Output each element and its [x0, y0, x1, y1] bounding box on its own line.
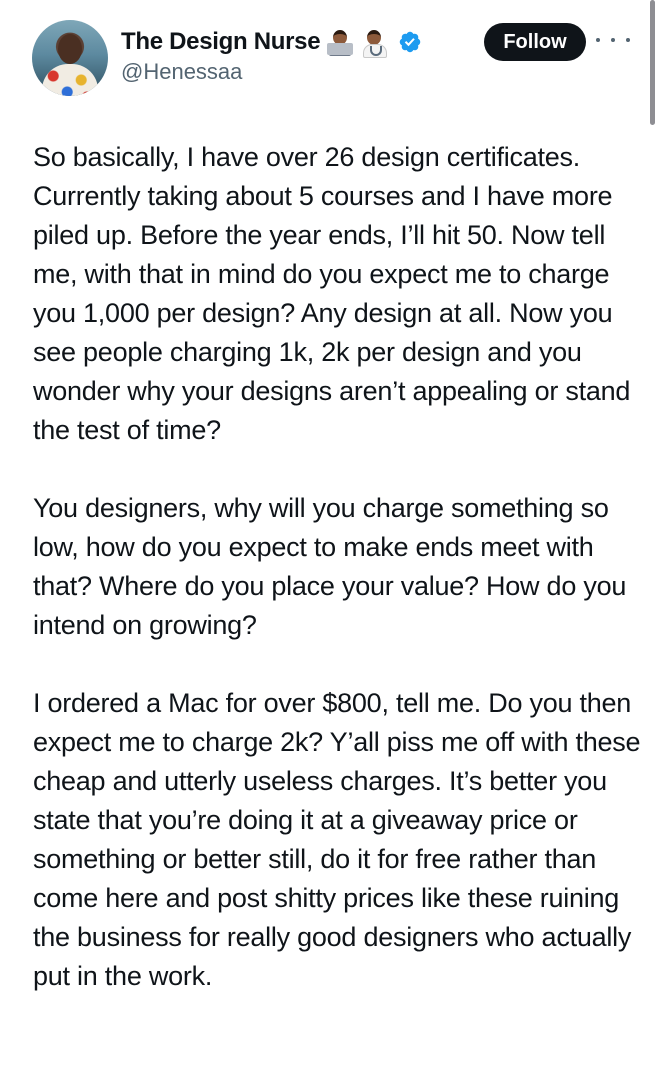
author-handle[interactable]: @Henessaa — [121, 59, 242, 85]
avatar-shirt — [42, 64, 98, 96]
verified-badge-icon — [400, 31, 421, 53]
more-options-icon[interactable] — [596, 30, 630, 50]
scrollbar[interactable] — [650, 0, 655, 125]
tweet-header: The Design Nurse @Henessaa Follow — [0, 0, 660, 125]
author-name-row[interactable]: The Design Nurse — [121, 26, 422, 58]
display-name[interactable]: The Design Nurse — [121, 28, 321, 56]
tweet-text: So basically, I have over 26 design cert… — [33, 138, 645, 996]
tweet-paragraph: I ordered a Mac for over $800, tell me. … — [33, 688, 641, 991]
avatar[interactable] — [32, 20, 108, 96]
tweet-paragraph: So basically, I have over 26 design cert… — [33, 142, 631, 445]
technologist-emoji-icon — [326, 28, 354, 56]
tweet-paragraph: You designers, why will you charge somet… — [33, 493, 627, 640]
follow-button[interactable]: Follow — [484, 23, 586, 61]
avatar-head — [58, 34, 82, 64]
health-worker-emoji-icon — [360, 28, 388, 58]
